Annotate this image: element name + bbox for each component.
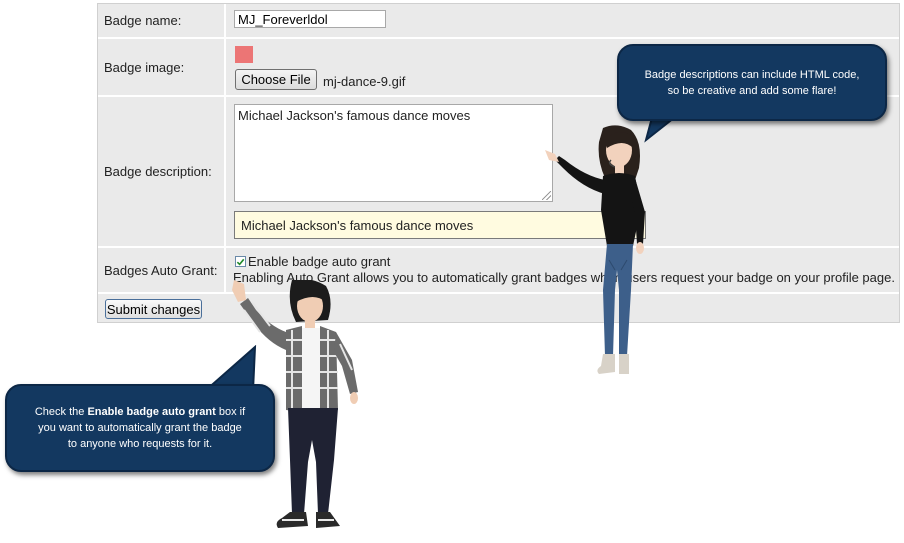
badge-image-label: Badge image: xyxy=(98,39,226,95)
row-auto-grant: Badges Auto Grant: Enable badge auto gra… xyxy=(98,248,899,294)
callout-top-line-1: Badge descriptions can include HTML code… xyxy=(644,68,860,81)
callout-bottom-line-3: to anyone who requests for it. xyxy=(67,438,213,450)
callout-bottom-line-1-suffix: box if xyxy=(215,406,246,418)
callout-auto-grant-tip: Check the Enable badge auto grant box if… xyxy=(5,384,275,472)
choose-file-button[interactable]: Choose File xyxy=(235,69,317,90)
callout-top-line-2: so be creative and add some flare! xyxy=(667,84,837,97)
callout-html-description-tip: Badge descriptions can include HTML code… xyxy=(617,44,887,121)
badge-name-label: Badge name: xyxy=(98,4,226,37)
auto-grant-checkbox[interactable] xyxy=(235,256,246,267)
female-avatar-illustration xyxy=(545,125,645,374)
callout-bottom-line-1-prefix: Check the xyxy=(34,406,88,418)
badge-description-textarea[interactable]: Michael Jackson's famous dance moves xyxy=(234,104,553,202)
badge-description-label: Badge description: xyxy=(98,97,226,246)
badge-image-thumbnail xyxy=(235,46,253,63)
auto-grant-label: Badges Auto Grant: xyxy=(98,248,226,292)
callout-bottom-line-1-bold: Enable badge auto grant xyxy=(87,406,216,418)
checkmark-icon xyxy=(236,258,245,266)
selected-file-name: mj-dance-9.gif xyxy=(323,74,406,89)
callout-bottom-line-2: you want to automatically grant the badg… xyxy=(38,422,242,434)
submit-changes-button[interactable]: Submit changes xyxy=(105,299,202,319)
badge-name-input[interactable] xyxy=(234,10,386,28)
auto-grant-checkbox-label[interactable]: Enable badge auto grant xyxy=(248,254,390,269)
row-badge-name: Badge name: xyxy=(98,4,899,39)
